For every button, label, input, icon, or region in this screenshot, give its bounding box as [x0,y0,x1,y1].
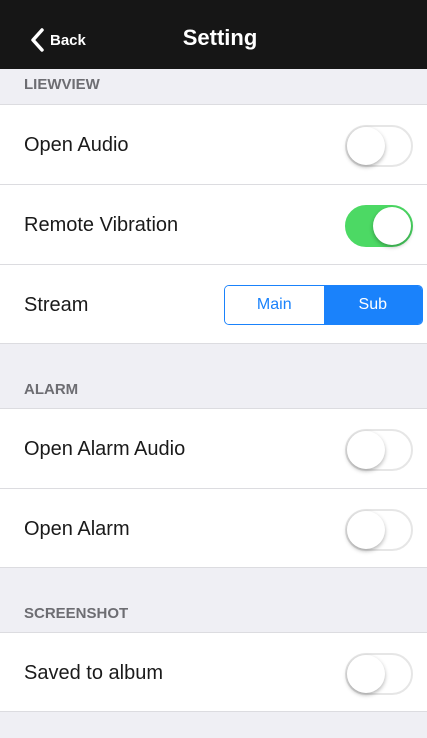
saved-to-album-toggle[interactable] [345,653,413,695]
stream-option-main[interactable]: Main [225,286,324,324]
navigation-bar: Back Setting [0,0,427,69]
toggle-knob [347,511,385,549]
row-label: Saved to album [24,662,163,684]
row-label: Open Alarm Audio [24,438,186,460]
toggle-knob [347,127,385,165]
row-label: Open Alarm [24,518,130,540]
row-label: Open Audio [24,134,129,156]
row-label: Stream [24,294,89,316]
row-saved-to-album: Saved to album [0,632,427,712]
row-stream: Stream Main Sub [0,264,427,344]
row-open-alarm-audio: Open Alarm Audio [0,408,427,488]
open-alarm-audio-toggle[interactable] [345,429,413,471]
section-header-alarm: ALARM [24,381,79,398]
toggle-knob [347,655,385,693]
toggle-knob [347,431,385,469]
section-header-screenshot: SCREENSHOT [24,605,129,622]
row-remote-vibration: Remote Vibration [0,184,427,264]
stream-option-sub[interactable]: Sub [323,286,422,324]
open-alarm-toggle[interactable] [345,509,413,551]
toggle-knob [373,207,411,245]
remote-vibration-toggle[interactable] [345,205,413,247]
section-header-liveview: LIEWVIEW [24,76,100,93]
row-label: Remote Vibration [24,214,179,236]
page-title: Setting [182,25,258,50]
stream-segmented-control: Main Sub [224,285,423,325]
row-open-alarm: Open Alarm [0,488,427,568]
row-open-audio: Open Audio [0,104,427,184]
open-audio-toggle[interactable] [345,125,413,167]
